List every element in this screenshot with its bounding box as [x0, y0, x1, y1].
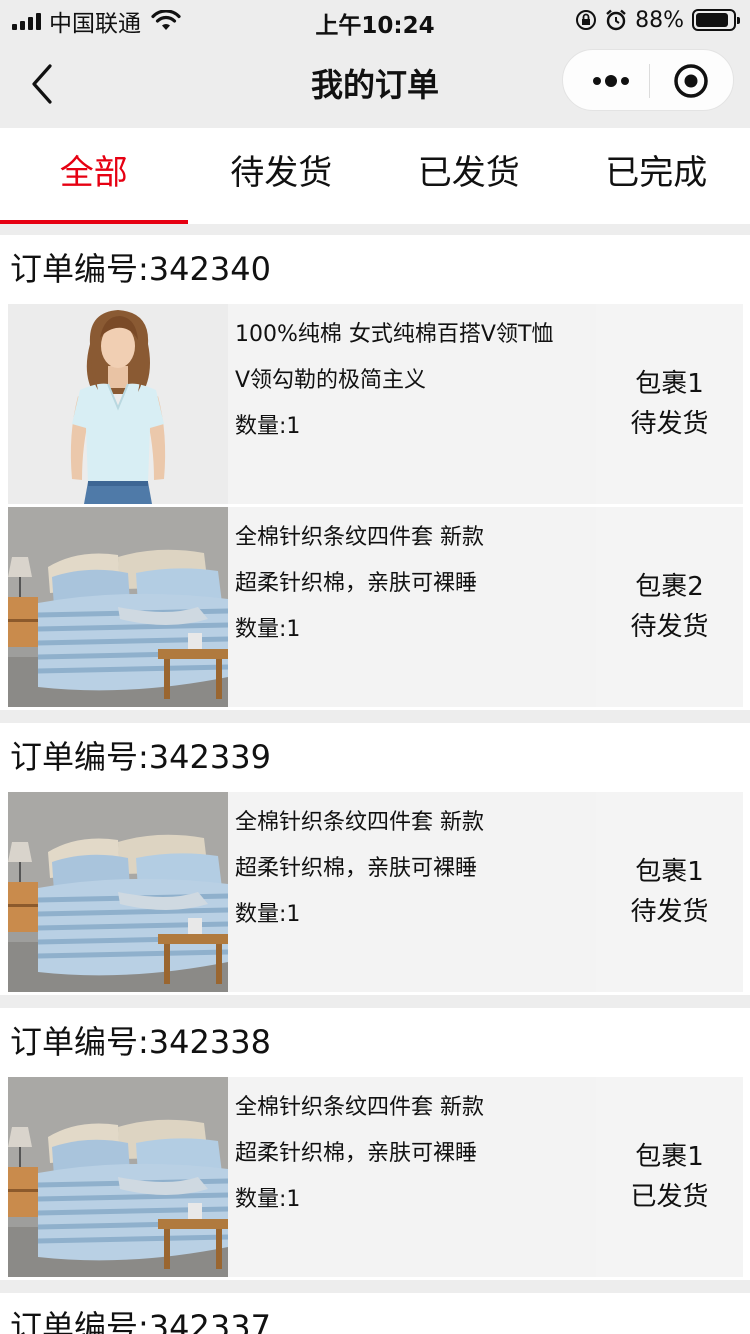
product-title: 全棉针织条纹四件套 新款: [235, 810, 484, 835]
order-item[interactable]: 全棉针织条纹四件套 新款 超柔针织棉，亲肤可裸睡 数量:1 包裹1 待发货: [8, 792, 743, 992]
mini-program-capsule: [562, 49, 734, 111]
order-number: 订单编号:342338: [10, 1023, 271, 1061]
product-title: 全棉针织条纹四件套 新款: [235, 1095, 484, 1120]
more-dots-icon[interactable]: [591, 67, 631, 95]
order-tabs: 全部 待发货 已发货 已完成: [0, 128, 750, 224]
target-circle-icon[interactable]: [673, 63, 709, 99]
product-subtitle: 超柔针织棉，亲肤可裸睡: [235, 856, 478, 881]
battery-icon: [692, 9, 740, 31]
product-subtitle: 超柔针织棉，亲肤可裸睡: [235, 571, 478, 596]
product-title: 100%纯棉 女式纯棉百搭V领T恤: [235, 322, 554, 347]
product-subtitle: V领勾勒的极简主义: [235, 368, 427, 393]
alarm-icon: [606, 9, 626, 31]
package-status: 包裹1 待发货: [596, 304, 743, 504]
product-subtitle: 超柔针织棉，亲肤可裸睡: [235, 1141, 478, 1166]
order-number: 订单编号:342337: [10, 1308, 271, 1334]
product-image: [8, 507, 228, 707]
shipping-status: 待发货: [630, 897, 709, 927]
product-quantity: 数量:1: [235, 902, 301, 927]
product-image: [8, 792, 228, 992]
package-label: 包裹2: [635, 572, 704, 602]
package-label: 包裹1: [635, 857, 704, 887]
product-image: [8, 1077, 228, 1277]
product-quantity: 数量:1: [235, 1187, 301, 1212]
order-card: 订单编号:342337: [0, 1293, 750, 1334]
product-quantity: 数量:1: [235, 617, 301, 642]
status-bar: 中国联通 上午10:24 88%: [0, 0, 750, 40]
package-status: 包裹2 待发货: [596, 507, 743, 707]
order-item[interactable]: 100%纯棉 女式纯棉百搭V领T恤 V领勾勒的极简主义 数量:1 包裹1 待发货: [8, 304, 743, 504]
order-card: 订单编号:342340 100%纯棉 女式纯棉百搭V领T恤 V领勾勒的极简主义 …: [0, 235, 750, 710]
tab-all[interactable]: 全部: [0, 128, 188, 224]
shipping-status: 待发货: [630, 409, 709, 439]
capsule-divider: [649, 64, 650, 98]
order-item[interactable]: 全棉针织条纹四件套 新款 超柔针织棉，亲肤可裸睡 数量:1 包裹2 待发货: [8, 507, 743, 707]
package-status: 包裹1 待发货: [596, 792, 743, 992]
order-number: 订单编号:342339: [10, 738, 271, 776]
tab-completed[interactable]: 已完成: [563, 128, 750, 224]
order-item[interactable]: 全棉针织条纹四件套 新款 超柔针织棉，亲肤可裸睡 数量:1 包裹1 已发货: [8, 1077, 743, 1277]
battery-percent: 88%: [635, 7, 684, 33]
order-card: 订单编号:342338 全棉针织条纹四件套 新款 超柔针织棉，亲肤可裸睡 数量:…: [0, 1008, 750, 1280]
shipping-status: 待发货: [630, 612, 709, 642]
order-card: 订单编号:342339 全棉针织条纹四件套 新款 超柔针织棉，亲肤可裸睡 数量:…: [0, 723, 750, 995]
package-label: 包裹1: [635, 369, 704, 399]
nav-bar: 我的订单: [0, 40, 750, 128]
package-status: 包裹1 已发货: [596, 1077, 743, 1277]
tab-shipped[interactable]: 已发货: [375, 128, 563, 224]
tab-to-ship[interactable]: 待发货: [188, 128, 376, 224]
shipping-status: 已发货: [630, 1182, 709, 1212]
product-image: [8, 304, 228, 504]
package-label: 包裹1: [635, 1142, 704, 1172]
product-title: 全棉针织条纹四件套 新款: [235, 525, 484, 550]
product-quantity: 数量:1: [235, 414, 301, 439]
rotation-lock-icon: [576, 10, 597, 30]
order-number: 订单编号:342340: [10, 250, 271, 288]
